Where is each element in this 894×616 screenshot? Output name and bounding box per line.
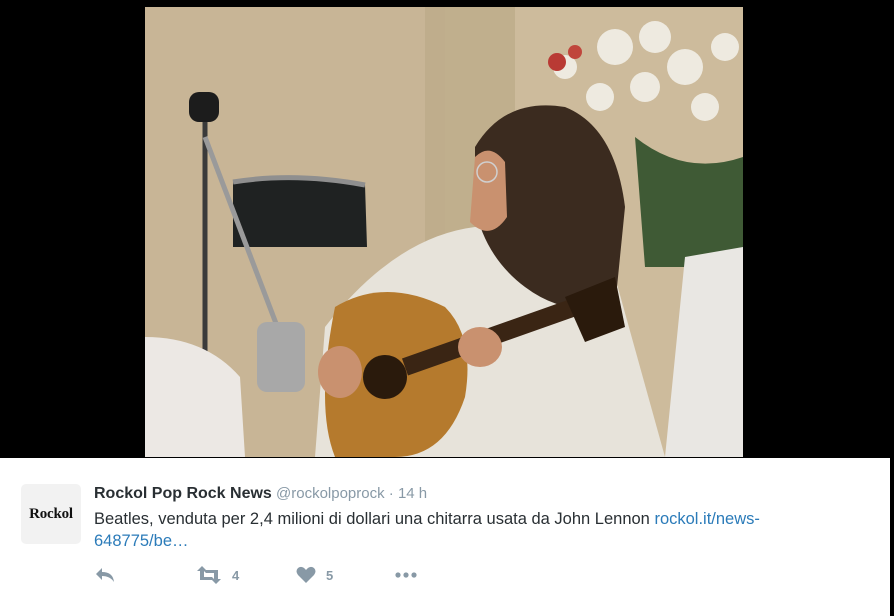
tweet-card: Rockol Rockol Pop Rock News @rockolpopro… [0, 458, 894, 616]
more-button[interactable] [394, 566, 418, 584]
tweet-photo[interactable] [145, 7, 743, 457]
heart-icon [296, 566, 316, 583]
like-button[interactable]: 5 [296, 566, 333, 584]
reply-icon [96, 568, 114, 582]
more-icon [395, 572, 417, 578]
author-name[interactable]: Rockol Pop Rock News [94, 485, 272, 502]
retweet-count: 4 [232, 567, 240, 583]
photo-image [145, 7, 743, 457]
tweet-header: Rockol Pop Rock News @rockolpoprock · 14… [94, 485, 427, 503]
media-viewer [0, 0, 894, 458]
author-handle[interactable]: @rockolpoprock [276, 485, 385, 502]
tweet-body: Beatles, venduta per 2,4 milioni di doll… [94, 510, 655, 528]
retweet-button[interactable]: 4 [196, 566, 239, 584]
reply-button[interactable] [94, 566, 116, 584]
tweet-timestamp[interactable]: 14 h [398, 485, 427, 502]
author-avatar[interactable]: Rockol [21, 484, 81, 544]
header-separator: · [388, 485, 394, 502]
like-count: 5 [326, 567, 334, 583]
tweet-text: Beatles, venduta per 2,4 milioni di doll… [94, 508, 824, 552]
avatar-logo-text: Rockol [29, 505, 73, 522]
retweet-icon [197, 566, 221, 584]
